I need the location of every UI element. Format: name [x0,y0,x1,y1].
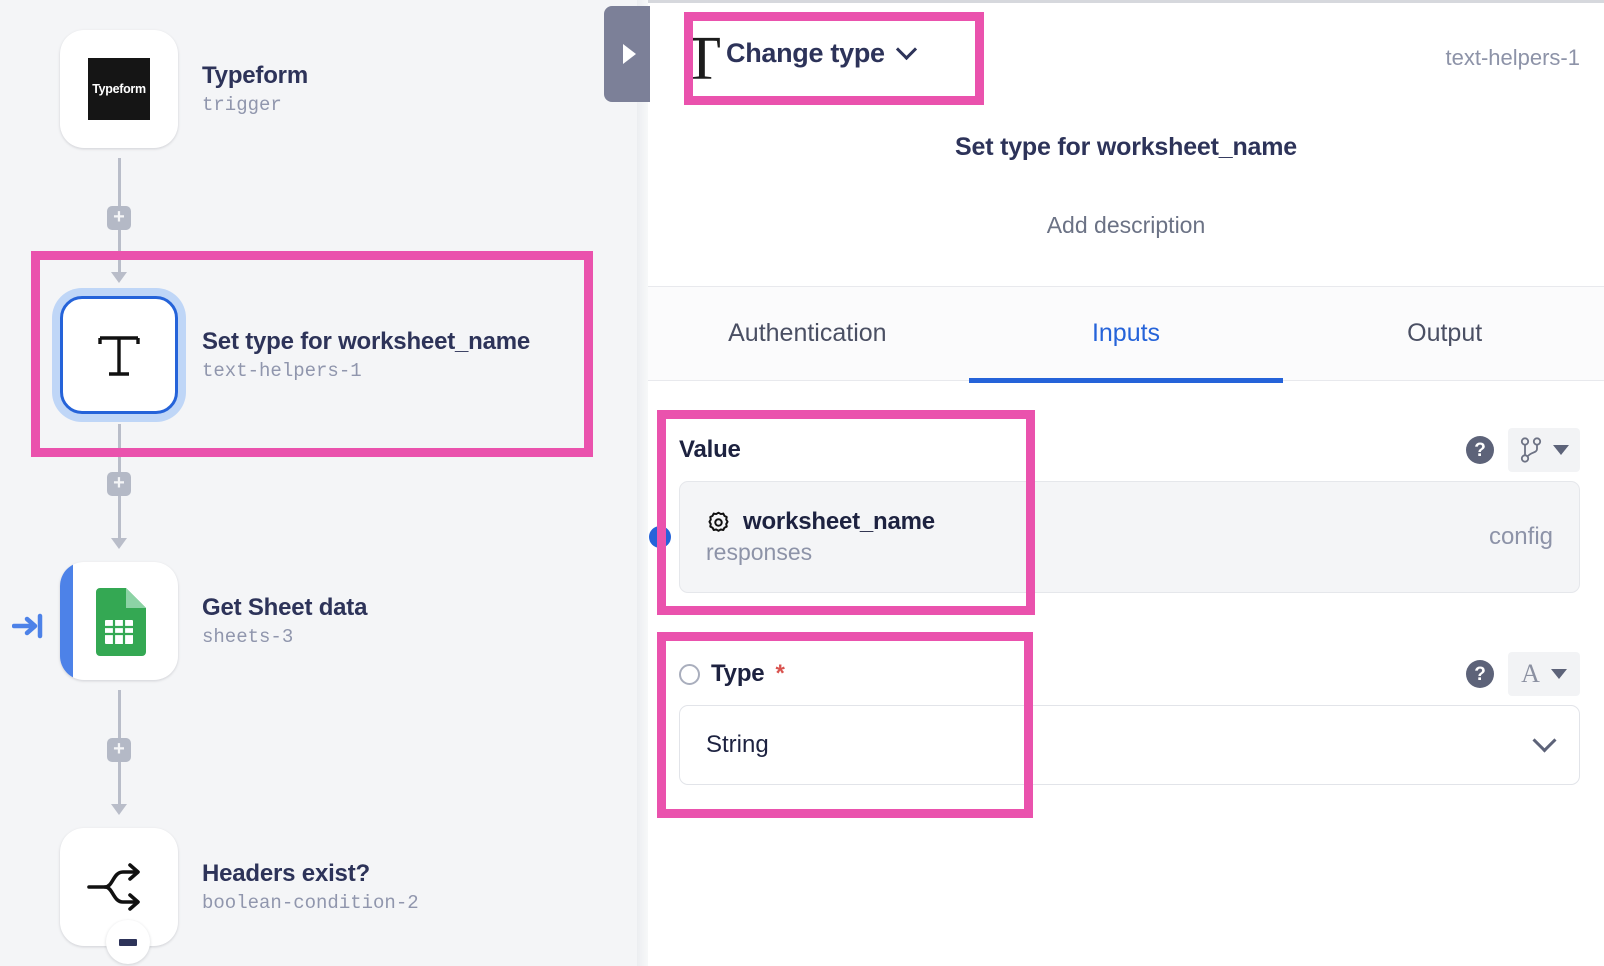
value-input-row[interactable]: worksheet_name responses config [679,481,1580,593]
value-chip-line: worksheet_name [706,508,935,536]
field-header: Type * ? A [648,643,1604,705]
add-step-plus-icon: + [113,473,125,493]
text-a-icon: A [1521,661,1540,687]
change-type-label: Change type [726,38,885,69]
add-step-button[interactable]: + [107,472,131,496]
field-type: Type * ? A String [648,643,1604,785]
change-type-button[interactable]: Change type [720,34,920,73]
node-text: Typeform trigger [202,62,308,117]
type-select-value: String [706,731,769,759]
field-value: Value ? [648,419,1604,593]
enter-arrow-icon [12,613,46,639]
value-chip-name: worksheet_name [743,508,935,536]
field-label-value: Value [679,436,741,464]
workflow-node-get-sheet-data[interactable]: Get Sheet data sheets-3 [60,562,367,680]
node-text: Get Sheet data sheets-3 [202,594,367,649]
tab-label: Authentication [728,319,886,348]
field-label-text: Value [679,436,741,464]
node-text: Headers exist? boolean-condition-2 [202,860,419,915]
caret-down-icon [1553,445,1569,455]
field-header: Value ? [648,419,1604,481]
connector-line [118,230,121,278]
question-mark-icon[interactable]: ? [1466,436,1494,464]
branch-variable-icon [1520,437,1542,463]
add-step-plus-icon: + [113,207,125,227]
radio-circle-icon[interactable] [679,664,700,685]
node-icon-box[interactable] [60,562,178,680]
google-sheets-icon [90,586,148,656]
branch-condition-icon [85,859,153,915]
node-details-panel: T Change type text-helpers-1 Set type fo… [648,0,1604,966]
connector-line [118,424,121,472]
workflow-canvas[interactable]: + + + Typeform Typeform trigger [0,0,648,966]
question-mark-icon[interactable]: ? [1466,660,1494,688]
caret-down-icon [1551,669,1567,679]
value-chip[interactable]: worksheet_name responses [706,508,935,566]
connector-line [118,496,121,544]
add-step-plus-icon: + [113,739,125,759]
tab-label: Output [1407,319,1482,348]
value-connection-dot [649,526,671,548]
tab-authentication[interactable]: Authentication [648,287,967,380]
node-title: Get Sheet data [202,594,367,622]
workflow-node-typeform[interactable]: Typeform Typeform trigger [60,30,308,148]
typeform-logo-text: Typeform [92,82,146,96]
node-title: Typeform [202,62,308,90]
field-header-actions: ? A [1466,652,1580,696]
tab-label: Inputs [1092,319,1160,348]
workflow-node-set-type[interactable]: Set type for worksheet_name text-helpers… [60,296,530,414]
app-root: + + + Typeform Typeform trigger [0,0,1604,966]
tab-output[interactable]: Output [1285,287,1604,380]
connector-line [118,762,121,810]
connector-line [118,690,121,738]
connector-arrow-icon [111,538,127,549]
type-select[interactable]: String [679,705,1580,785]
enter-arrow-glyph [12,613,46,639]
typeform-logo-icon: Typeform [88,58,150,120]
panel-header: T Change type text-helpers-1 Set type fo… [648,3,1604,286]
tab-inputs[interactable]: Inputs [967,287,1286,380]
node-title: Set type for worksheet_name [202,328,530,356]
node-status-badge [106,920,150,964]
gear-icon [706,510,731,535]
node-id-label: text-helpers-1 [1445,45,1580,71]
field-label-text: Type [711,660,764,688]
node-icon-box[interactable]: Typeform [60,30,178,148]
add-step-button[interactable]: + [107,206,131,230]
value-chip-scope: config [1489,523,1553,551]
value-mode-button[interactable] [1508,428,1580,472]
node-title: Headers exist? [202,860,419,888]
add-step-button[interactable]: + [107,738,131,762]
workflow-node-headers-exist[interactable]: Headers exist? boolean-condition-2 [60,828,419,946]
field-label-type: Type * [679,660,785,688]
chevron-down-icon [1532,728,1556,752]
node-subtitle: sheets-3 [202,626,367,648]
connector-arrow-icon [111,272,127,283]
value-chip-source: responses [706,539,935,566]
panel-tabs: Authentication Inputs Output [648,286,1604,381]
node-icon-box[interactable] [60,828,178,946]
panel-divider[interactable] [637,0,648,966]
node-text: Set type for worksheet_name text-helpers… [202,328,530,383]
chevron-right-icon [623,44,636,64]
connector-arrow-icon [111,804,127,815]
node-status-bar-icon [119,939,137,946]
chevron-down-icon [896,39,917,60]
node-icon-box-selected[interactable] [60,296,178,414]
page-title: Set type for worksheet_name [648,133,1604,162]
node-subtitle: boolean-condition-2 [202,892,419,914]
node-subtitle: text-helpers-1 [202,360,530,382]
node-subtitle: trigger [202,94,308,116]
add-description-button[interactable]: Add description [648,212,1604,239]
text-type-icon: T [683,28,721,90]
text-type-icon [88,324,150,386]
field-header-actions: ? [1466,428,1580,472]
required-marker: * [775,660,784,688]
panel-collapse-handle[interactable] [604,6,650,102]
type-mode-button[interactable]: A [1508,652,1580,696]
